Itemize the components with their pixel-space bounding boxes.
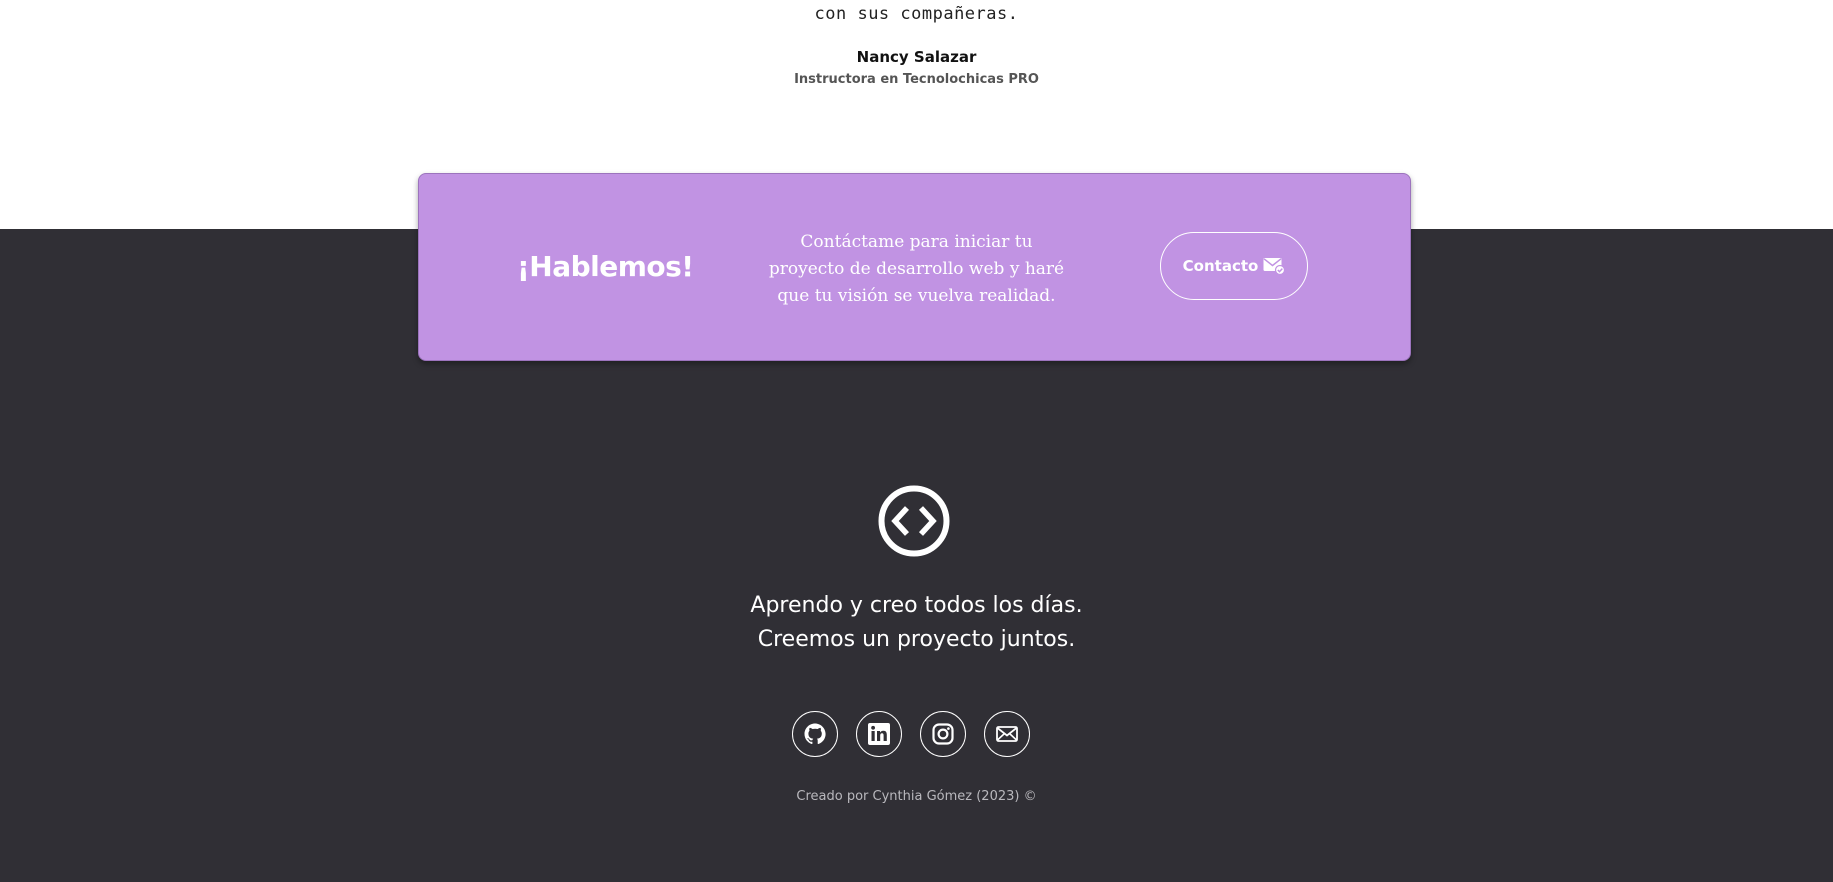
social-links — [792, 711, 1042, 759]
instagram-link[interactable] — [920, 711, 966, 757]
footer-tagline: Aprendo y creo todos los días. Creemos u… — [0, 589, 1833, 657]
cta-description: Contáctame para iniciar tu proyecto de d… — [768, 232, 1065, 306]
footer-tagline-line2: Creemos un proyecto juntos. — [757, 627, 1076, 652]
github-icon — [804, 723, 826, 745]
envelope-icon — [996, 726, 1018, 742]
envelope-check-icon — [1263, 258, 1286, 275]
contact-button-label: Contacto — [1182, 257, 1259, 275]
github-link[interactable] — [792, 711, 838, 757]
copyright-text: Creado por Cynthia Gómez (2023) © — [796, 789, 1037, 804]
contact-cta-card: ¡Hablemos! Contáctame para iniciar tu pr… — [418, 173, 1411, 361]
linkedin-link[interactable] — [856, 711, 902, 757]
cta-title: ¡Hablemos! — [517, 250, 694, 283]
email-link[interactable] — [984, 711, 1030, 757]
testimonial-author-role: Instructora en Tecnolochicas PRO — [794, 72, 1039, 87]
instagram-icon — [932, 723, 954, 745]
linkedin-icon — [868, 723, 890, 745]
testimonial-author-name: Nancy Salazar — [856, 48, 977, 66]
footer-tagline-line1: Aprendo y creo todos los días. — [750, 593, 1083, 618]
testimonial-quote: con sus compañeras. — [814, 4, 1019, 24]
code-brackets-icon — [878, 485, 950, 557]
contact-button[interactable]: Contacto — [1160, 232, 1308, 300]
